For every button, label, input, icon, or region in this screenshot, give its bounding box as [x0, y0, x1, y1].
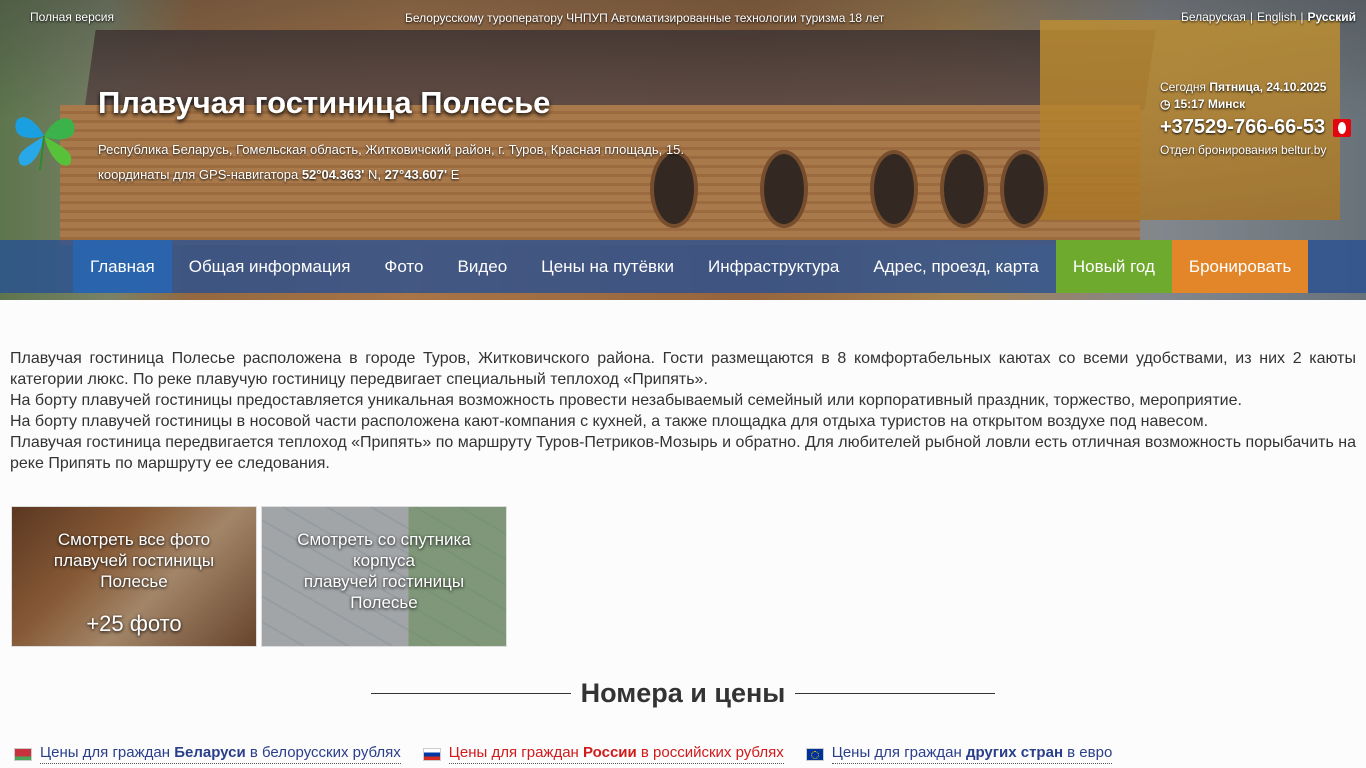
- lang-english[interactable]: English: [1257, 10, 1296, 24]
- prices-other-countries-link[interactable]: Цены для граждан других стран в евро: [805, 744, 1113, 764]
- intro-paragraph: Плавучая гостиница передвигается теплохо…: [10, 434, 1356, 472]
- nav-home[interactable]: Главная: [73, 240, 172, 293]
- language-switcher: Беларуская | English | Русский: [1180, 10, 1357, 24]
- prices-country: России: [583, 744, 637, 761]
- caption-line: корпуса: [352, 551, 415, 570]
- caption-line: Смотреть со спутника: [297, 530, 471, 549]
- nav-infrastructure[interactable]: Инфраструктура: [691, 240, 856, 293]
- date-value: Пятница, 24.10.2025: [1209, 80, 1327, 94]
- eu-flag-icon: [805, 747, 824, 761]
- nav-prices[interactable]: Цены на путёвки: [524, 240, 691, 293]
- contact-info: Сегодня Пятница, 24.10.2025 ◷ 15:17 Минс…: [1160, 80, 1360, 157]
- gps-lon: 27°43.607': [384, 167, 448, 182]
- belarus-flag-icon: [14, 747, 32, 761]
- nav-address-map[interactable]: Адрес, проезд, карта: [856, 240, 1056, 293]
- prices-country: других стран: [965, 744, 1063, 761]
- gps-lon-dir: E: [450, 167, 460, 182]
- nav-general-info[interactable]: Общая информация: [172, 240, 368, 293]
- heading-line: [371, 693, 572, 694]
- clover-logo-icon[interactable]: [10, 100, 80, 172]
- map-tile-caption: Смотреть со спутника корпуса плавучей го…: [262, 529, 506, 613]
- prices-text-post: в белорусских рублях: [245, 744, 401, 761]
- lang-russian[interactable]: Русский: [1308, 10, 1357, 24]
- prices-country: Беларуси: [174, 744, 246, 761]
- media-tiles: Смотреть все фото плавучей гостиницы Пол…: [11, 506, 507, 647]
- prices-text-post: в евро: [1063, 744, 1113, 761]
- intro-text: Плавучая гостиница Полесье расположена в…: [10, 348, 1356, 474]
- booking-department[interactable]: Отдел бронирования beltur.by: [1160, 143, 1360, 157]
- main-navigation: Главная Общая информация Фото Видео Цены…: [0, 240, 1366, 293]
- caption-line: Полесье: [100, 572, 168, 591]
- gps-label: координаты для GPS-навигатора: [98, 167, 299, 182]
- current-date: Сегодня Пятница, 24.10.2025: [1160, 80, 1360, 94]
- intro-paragraph: На борту плавучей гостиницы предоставляе…: [10, 392, 1242, 409]
- prices-text-post: в российских рублях: [636, 744, 784, 761]
- prices-belarus-link[interactable]: Цены для граждан Беларуси в белорусских …: [14, 744, 401, 764]
- heading-line: [794, 693, 995, 694]
- prices-russia-link[interactable]: Цены для граждан России в российских руб…: [422, 744, 784, 764]
- nav-new-year[interactable]: Новый год: [1055, 240, 1172, 293]
- site-title: Плавучая гостиница Полесье: [98, 85, 551, 120]
- prices-russia-text: Цены для граждан России в российских руб…: [448, 744, 784, 764]
- time-value: 15:17 Минск: [1173, 97, 1246, 111]
- phone-number[interactable]: +37529-766-66-53: [1160, 116, 1360, 139]
- gps-lat: 52°04.363': [301, 167, 365, 182]
- nav-photo[interactable]: Фото: [367, 240, 440, 293]
- today-label: Сегодня: [1160, 80, 1206, 94]
- intro-paragraph: Плавучая гостиница Полесье расположена в…: [10, 350, 1356, 388]
- photo-gallery-tile[interactable]: Смотреть все фото плавучей гостиницы Пол…: [11, 506, 257, 647]
- mts-operator-icon: [1333, 118, 1352, 137]
- gps-lat-dir: N,: [367, 167, 381, 182]
- prices-text-pre: Цены для граждан: [448, 744, 583, 761]
- prices-other-text: Цены для граждан других стран в евро: [831, 744, 1113, 764]
- satellite-map-tile[interactable]: Смотреть со спутника корпуса плавучей го…: [261, 506, 507, 647]
- lang-belarusian[interactable]: Беларуская: [1181, 10, 1246, 24]
- intro-paragraph: На борту плавучей гостиницы в носовой ча…: [10, 413, 1209, 430]
- slogan: Белорусскому туроператору ЧНПУП Автомати…: [405, 11, 885, 25]
- caption-line: плавучей гостиницы: [303, 572, 465, 591]
- russia-flag-icon: [422, 747, 441, 761]
- gps-coordinates: координаты для GPS-навигатора 52°04.363'…: [98, 167, 459, 182]
- nav-video[interactable]: Видео: [440, 240, 524, 293]
- caption-line: плавучей гостиницы: [53, 551, 215, 570]
- prices-text-pre: Цены для граждан: [40, 744, 175, 761]
- prices-belarus-text: Цены для граждан Беларуси в белорусских …: [40, 744, 401, 764]
- clock-icon: ◷: [1160, 97, 1171, 111]
- phone-value[interactable]: +37529-766-66-53: [1160, 116, 1325, 139]
- caption-line: Смотреть все фото: [57, 530, 211, 549]
- photo-tile-caption: Смотреть все фото плавучей гостиницы Пол…: [12, 529, 256, 592]
- address: Республика Беларусь, Гомельская область,…: [98, 142, 684, 157]
- current-time: ◷ 15:17 Минск: [1160, 97, 1360, 111]
- full-version-link[interactable]: Полная версия: [30, 10, 114, 24]
- caption-line: Полесье: [350, 593, 418, 612]
- prices-text-pre: Цены для граждан: [831, 744, 966, 761]
- price-links: Цены для граждан Беларуси в белорусских …: [14, 744, 1113, 764]
- top-bar: Полная версия Белорусскому туроператору …: [0, 0, 1366, 36]
- photo-count: +25 фото: [86, 611, 182, 636]
- nav-booking[interactable]: Бронировать: [1171, 240, 1309, 293]
- rooms-section-heading: Номера и цены: [0, 678, 1366, 709]
- rooms-title: Номера и цены: [580, 678, 786, 708]
